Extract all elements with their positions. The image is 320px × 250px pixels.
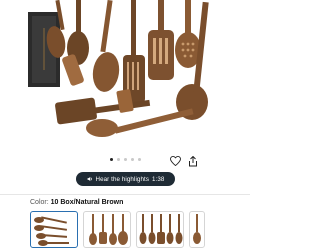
hear-highlights-button[interactable]: Hear the highlights 1:38 [76,172,175,186]
image-carousel-dots[interactable] [0,158,250,164]
favorite-button[interactable] [168,154,182,168]
variant-thumbnails [30,211,205,250]
speaker-icon [87,176,92,182]
heart-icon [169,156,181,166]
product-image[interactable] [20,0,220,150]
highlights-duration: 1:38 [152,175,165,183]
variant-row: Color: 10 Box/Natural Brown [30,199,123,206]
variant-thumbnail[interactable] [189,211,205,248]
carousel-dot[interactable] [137,158,141,161]
share-button[interactable] [186,154,200,168]
divider [0,194,250,195]
variant-thumbnail[interactable] [30,211,78,248]
product-page: Hear the highlights 1:38 Color: 10 Box/N… [0,0,250,250]
variant-thumbnail[interactable] [136,211,184,248]
variant-label: Color: [30,199,49,206]
variant-value: 10 Box/Natural Brown [50,199,124,206]
carousel-dot[interactable] [130,158,134,161]
carousel-dot[interactable] [123,158,127,161]
share-icon [189,155,197,166]
carousel-dot[interactable] [116,158,120,161]
carousel-dot[interactable] [109,158,113,161]
highlights-label: Hear the highlights [95,175,150,183]
variant-thumbnail[interactable] [83,211,131,248]
